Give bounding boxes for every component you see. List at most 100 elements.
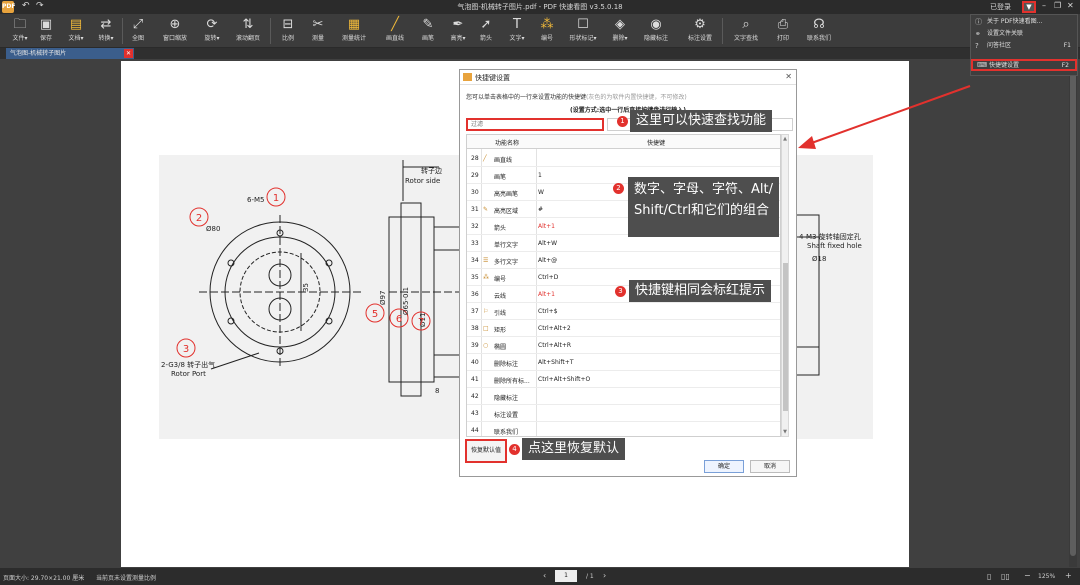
- menu-item-file-association[interactable]: ⚭ 设置文件关联: [971, 28, 1077, 40]
- dialog-description: 您可以单击表格中的一行来设置功能的快捷键(灰色的为软件内置快捷键，不可修改): [466, 94, 687, 101]
- callout-badge-3: 3: [615, 286, 626, 297]
- fit-page-icon: ⤢: [132, 17, 144, 32]
- shape-icon: ☐: [577, 17, 589, 32]
- d18-label: Ø18: [812, 255, 826, 263]
- highlight-area-icon: ✎: [483, 206, 489, 213]
- table-row[interactable]: 38 □ 矩形 Ctrl+Alt+2: [467, 320, 780, 337]
- table-row[interactable]: 33 单行文字 Alt+W: [467, 235, 780, 252]
- fit-page-button[interactable]: ⤢ 全图: [118, 16, 158, 46]
- search-icon: ⌕: [742, 17, 750, 32]
- restore-defaults-button[interactable]: 恢复默认值: [465, 439, 507, 463]
- table-row[interactable]: 41 删除所有标... Ctrl+Alt+Shift+O: [467, 371, 780, 388]
- page-total-text: / 1: [586, 573, 594, 580]
- eraser-icon: ◈: [615, 17, 625, 32]
- d80-label: Ø80: [206, 225, 220, 233]
- d97-label: Ø97: [379, 291, 387, 305]
- measure-button[interactable]: ✂ 测量: [298, 16, 338, 46]
- delete-button[interactable]: ◈ 删除▾: [600, 16, 640, 46]
- contact-us-button[interactable]: ☊ 联系我们: [799, 16, 839, 46]
- menu-dropdown-button[interactable]: ▼: [1022, 1, 1036, 13]
- zoom-window-button[interactable]: ⊕ 窗口缩放: [155, 16, 195, 46]
- shaft-hole-label: 4-M3 旋转轴固定孔: [799, 232, 861, 241]
- multiline-text-icon: ☰: [483, 257, 489, 264]
- print-button[interactable]: ⎙ 打印: [763, 16, 803, 46]
- shape-mark-button[interactable]: ☐ 形状标记▾: [563, 16, 603, 46]
- m5-label: 6-M5: [247, 196, 264, 204]
- rotor-port-label: Rotor Port: [171, 370, 206, 378]
- vertical-scrollbar[interactable]: [1069, 60, 1077, 567]
- menu-item-community[interactable]: ? 问答社区 F1: [971, 40, 1077, 52]
- callout-badge-1: 1: [617, 116, 628, 127]
- rotate-icon: ⟳: [206, 17, 218, 32]
- document-tab-label: 气泡图-机械转子图片: [10, 50, 67, 57]
- ellipse-icon: ○: [483, 342, 489, 349]
- d65-label: Ø65-0.1: [402, 287, 410, 315]
- two-page-view-icon[interactable]: ▯▯: [1001, 572, 1010, 581]
- zoom-in-icon[interactable]: +: [1065, 571, 1072, 580]
- zoom-level-text: 125%: [1038, 573, 1056, 580]
- prev-page-icon[interactable]: ‹: [543, 571, 546, 580]
- link-icon: ⚭: [975, 30, 981, 38]
- menu-item-shortcut-settings[interactable]: ⌨ 快捷键设置 F2: [971, 59, 1077, 71]
- question-icon: ?: [975, 42, 979, 50]
- table-row[interactable]: 40 删除标注 Alt+Shift+T: [467, 354, 780, 371]
- dialog-close-icon[interactable]: ✕: [785, 72, 792, 81]
- table-row[interactable]: 43 标注设置: [467, 405, 780, 422]
- cancel-button[interactable]: 取消: [750, 460, 790, 473]
- rotor-side-label: 转子边: [421, 166, 442, 175]
- zoom-out-icon[interactable]: −: [1024, 571, 1031, 580]
- table-row[interactable]: 44 联系我们: [467, 422, 780, 436]
- measure-stats-icon: ▦: [347, 17, 361, 32]
- login-status[interactable]: 已登录: [990, 2, 1011, 12]
- restore-icon[interactable]: ❐: [1054, 1, 1061, 10]
- table-scrollbar[interactable]: ▲ ▼: [781, 134, 789, 437]
- table-row[interactable]: 42 隐藏标注: [467, 388, 780, 405]
- scroll-down-icon[interactable]: ▼: [782, 429, 788, 435]
- headset-icon: ☊: [813, 17, 825, 32]
- table-row[interactable]: 37 ⚐ 引线 Ctrl+$: [467, 303, 780, 320]
- number-icon: ⁂: [540, 17, 554, 32]
- measure-icon: ✂: [312, 17, 324, 32]
- dialog-title-bar: 快捷键设置 ✕: [460, 70, 796, 85]
- annotation-settings-button[interactable]: ⚙ 标注设置: [680, 16, 720, 46]
- minimize-icon[interactable]: –: [1042, 1, 1046, 10]
- page-number-input[interactable]: 1: [555, 570, 577, 582]
- scroll-up-icon[interactable]: ▲: [782, 136, 788, 142]
- h35-label: 35: [302, 283, 310, 292]
- print-icon: ⎙: [777, 17, 789, 32]
- main-toolbar: 🗀 文件▾ ▣ 保存 ▤ 文档▾ ⇄ 转换▾ ⤢ 全图 ⊕ 窗口缩放 ⟳ 旋转▾ ⇅ 滚动翻页 …: [0, 14, 1080, 48]
- number-icon: ⁂: [483, 274, 489, 281]
- table-row[interactable]: 34 ☰ 多行文字 Alt+@: [467, 252, 780, 269]
- line-icon: ╱: [483, 155, 487, 162]
- text-search-button[interactable]: ⌕ 文字查找: [726, 16, 766, 46]
- title-bar: PDF ↶ ↷ 气泡图-机械转子图片.pdf - PDF 快速看图 v3.5.0…: [0, 0, 1080, 14]
- shaft-hole-en-label: Shaft fixed hole: [807, 242, 862, 250]
- menu-item-about[interactable]: ⓘ 关于 PDF快速看图...: [971, 16, 1077, 28]
- single-page-view-icon[interactable]: ▯: [987, 572, 991, 581]
- bubble-5: 5: [372, 309, 378, 320]
- callout-badge-4: 4: [509, 444, 520, 455]
- close-tab-icon[interactable]: ✕: [124, 49, 133, 58]
- ok-button[interactable]: 确定: [704, 460, 744, 473]
- scrollbar-thumb[interactable]: [1070, 66, 1076, 556]
- next-page-icon[interactable]: ›: [603, 571, 606, 580]
- scroll-page-button[interactable]: ⇅ 滚动翻页: [228, 16, 268, 46]
- bubble-1: 1: [273, 193, 279, 204]
- callout-badge-2: 2: [613, 183, 624, 194]
- document-tab[interactable]: 气泡图-机械转子图片 ✕: [6, 48, 134, 59]
- window-title: 气泡图-机械转子图片.pdf - PDF 快速看图 v3.5.0.18: [457, 3, 623, 11]
- table-header: 功能名称 快捷键: [467, 135, 780, 149]
- close-icon[interactable]: ✕: [1067, 1, 1074, 10]
- status-bar: 页面大小: 29.70×21.00 厘米 当前页未设置测量比例 ‹ 1 / 1 …: [0, 568, 1080, 585]
- col-header-key: 快捷键: [647, 140, 666, 147]
- hide-annotation-button[interactable]: ◉ 隐藏标注: [636, 16, 676, 46]
- measure-stats-button[interactable]: ▦ 测量统计: [334, 16, 374, 46]
- annotation-settings-icon: ⚙: [694, 17, 706, 32]
- table-row[interactable]: 39 ○ 椭圆 Ctrl+Alt+R: [467, 337, 780, 354]
- filter-input[interactable]: [466, 118, 604, 131]
- scroll-page-icon: ⇅: [242, 17, 254, 32]
- table-scrollbar-thumb[interactable]: [783, 263, 788, 411]
- table-row[interactable]: 28 ╱ 画直线: [467, 150, 780, 167]
- number-button[interactable]: ⁂ 编号: [527, 16, 567, 46]
- rotate-button[interactable]: ⟳ 旋转▾: [192, 16, 232, 46]
